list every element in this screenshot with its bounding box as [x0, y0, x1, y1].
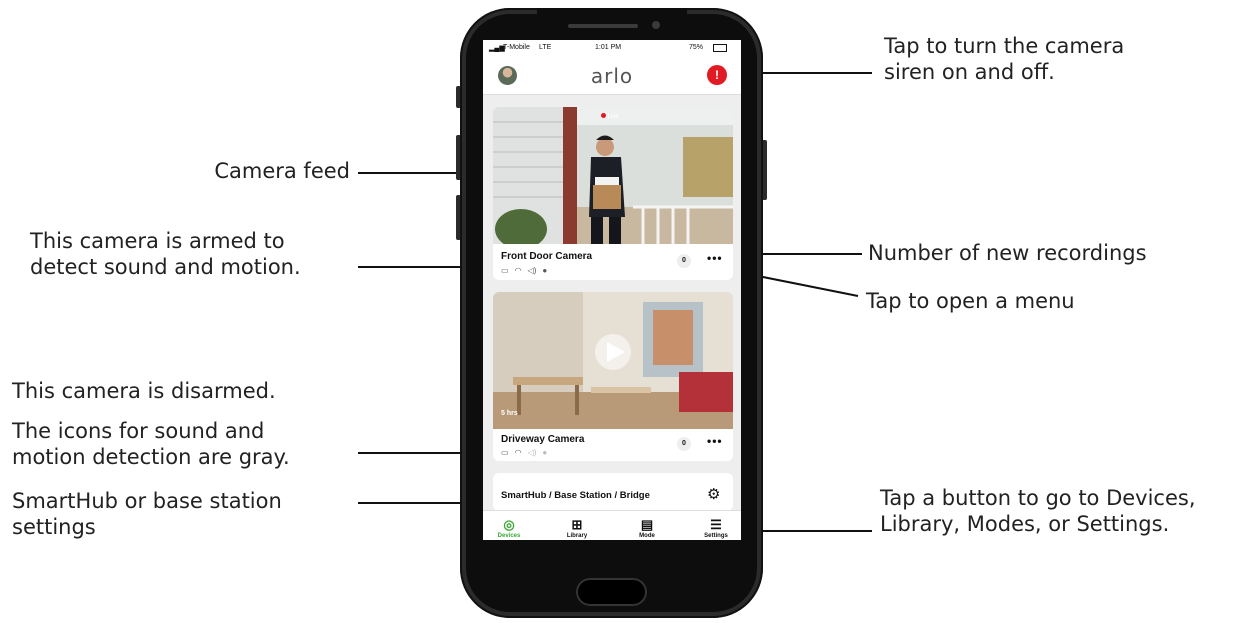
camera-card-driveway: 5 hrs Driveway Camera ▭ ◠ ◁) ● 0 •••: [493, 292, 733, 461]
nav-library-label: Library: [566, 533, 588, 539]
library-grid-icon: ⊞: [571, 517, 583, 532]
camera-name-driveway[interactable]: Driveway Camera: [501, 434, 584, 445]
nav-mode[interactable]: ▤ Mode: [617, 517, 677, 539]
front-door-status-icons: ▭ ◠ ◁) ●: [501, 266, 553, 275]
battery-label: 75%: [689, 44, 704, 51]
nav-mode-label: Mode: [639, 533, 655, 539]
driveway-camera-feed[interactable]: [493, 292, 733, 429]
front-door-camera-feed[interactable]: [493, 107, 733, 244]
settings-menu-icon: ☰: [710, 517, 722, 532]
nav-settings-label: Settings: [704, 533, 728, 539]
app-screen: ▂▄▆ T-Mobile LTE 1:01 PM 75% arlo ! Live…: [483, 40, 741, 540]
status-time: 1:01 PM: [595, 44, 622, 51]
carrier-label: T-Mobile: [503, 44, 530, 51]
battery-status-icon: ▭: [501, 448, 509, 457]
camera-card-front-door: Live Front Door Camera ▭ ◠ ◁) ● 0 •••: [493, 107, 733, 280]
camera-menu-button[interactable]: •••: [707, 251, 723, 265]
mode-icon: ▤: [640, 517, 654, 532]
network-label: LTE: [539, 44, 552, 51]
bottom-nav: ◎ Devices ⊞ Library ▤ Mode ☰ Settings: [483, 510, 741, 540]
new-recordings-count[interactable]: 0: [677, 254, 691, 268]
live-dot-icon: [601, 113, 606, 118]
new-recordings-count[interactable]: 0: [677, 437, 691, 451]
gear-icon[interactable]: ⚙: [707, 485, 720, 503]
wifi-icon: ◠: [514, 266, 522, 275]
nav-settings[interactable]: ☰ Settings: [686, 517, 741, 539]
live-label: Live: [607, 114, 619, 120]
nav-devices-label: Devices: [497, 533, 521, 539]
sound-icon-gray: ◁): [527, 448, 537, 457]
smarthub-card[interactable]: SmartHub / Base Station / Bridge ⚙: [493, 473, 733, 511]
last-recording-time: 5 hrs: [501, 410, 518, 417]
live-badge: Live: [601, 113, 619, 120]
smarthub-label: SmartHub / Base Station / Bridge: [501, 490, 650, 501]
camera-menu-button[interactable]: •••: [707, 434, 723, 448]
status-bar: ▂▄▆ T-Mobile LTE 1:01 PM 75%: [483, 40, 741, 56]
motion-icon-gray: ●: [542, 448, 548, 457]
phone-home-button[interactable]: [578, 580, 645, 604]
phone-speaker: [568, 24, 638, 28]
app-header: arlo !: [483, 56, 741, 95]
nav-devices[interactable]: ◎ Devices: [483, 517, 539, 539]
sound-icon: ◁): [527, 266, 537, 275]
motion-icon: ●: [542, 266, 548, 275]
battery-icon: [713, 44, 727, 52]
camera-name-front-door[interactable]: Front Door Camera: [501, 251, 592, 262]
wifi-icon: ◠: [514, 448, 522, 457]
phone-camera-lens: [652, 21, 660, 29]
battery-status-icon: ▭: [501, 266, 509, 275]
siren-alert-icon[interactable]: !: [707, 65, 727, 85]
driveway-status-icons: ▭ ◠ ◁) ●: [501, 448, 553, 457]
nav-library[interactable]: ⊞ Library: [547, 517, 607, 539]
arlo-logo: arlo: [590, 64, 634, 88]
devices-icon: ◎: [503, 517, 515, 532]
